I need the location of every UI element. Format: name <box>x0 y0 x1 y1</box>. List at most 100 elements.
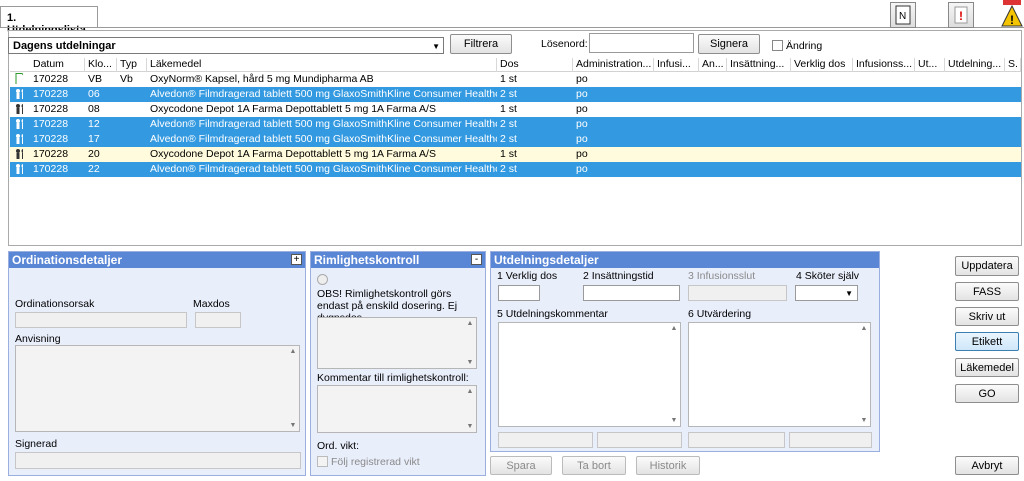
row-datum: 170228 <box>33 148 69 160</box>
chevron-down-icon: ▼ <box>432 42 440 51</box>
scroll-up-icon: ▲ <box>860 325 868 332</box>
evaluation-field[interactable]: ▲ ▼ <box>688 322 871 427</box>
instruction-field: ▲ ▼ <box>15 345 300 432</box>
password-label: Lösenord: <box>541 38 588 50</box>
infusion-end-input <box>688 285 787 301</box>
rimlighet-title: Rimlighetskontroll <box>314 253 420 267</box>
row-dos: 1 st <box>500 103 517 115</box>
delete-button[interactable]: Ta bort <box>562 456 626 475</box>
col-verklig-dos[interactable]: Verklig dos <box>791 58 853 72</box>
infusion-end-label: 3 Infusionsslut <box>688 270 756 282</box>
scroll-up-icon: ▲ <box>670 325 678 332</box>
scroll-down-icon: ▼ <box>289 422 297 429</box>
tab-utdelningslista[interactable]: 1. Utdelningslista <box>0 6 98 36</box>
row-klo: 06 <box>88 88 100 100</box>
history-button[interactable]: Historik <box>636 456 700 475</box>
row-datum: 170228 <box>33 103 69 115</box>
update-button[interactable]: Uppdatera <box>955 256 1019 276</box>
rimlighet-comment-field: ▲ ▼ <box>317 385 477 433</box>
print-button[interactable]: Skriv ut <box>955 307 1019 326</box>
col-an[interactable]: An... <box>699 58 727 72</box>
table-row[interactable]: 170228 06 Alvedon® Filmdragerad tablett 50… <box>10 87 1021 102</box>
utdelning-section: Utdelningsdetaljer 1 Verklig dos 2 Insät… <box>490 251 880 452</box>
scroll-down-icon: ▼ <box>860 417 868 424</box>
password-input[interactable] <box>589 33 694 53</box>
sign-button[interactable]: Signera <box>698 34 760 54</box>
change-checkbox[interactable] <box>772 40 783 54</box>
scroll-down-icon: ▼ <box>466 359 474 366</box>
drug-button[interactable]: Läkemedel <box>955 358 1019 377</box>
col-typ[interactable]: Typ <box>117 58 147 72</box>
dropdown-value: Dagens utdelningar <box>13 40 116 52</box>
status-field-1 <box>498 432 593 448</box>
col-utdelning[interactable]: Utdelning... <box>945 58 1005 72</box>
row-lakemedel: Alvedon® Filmdragerad tablett 500 mg Gla… <box>150 163 497 175</box>
col-klo[interactable]: Klo... <box>85 58 117 72</box>
distribution-comment-field[interactable]: ▲ ▼ <box>498 322 681 427</box>
list-filter-dropdown[interactable]: Dagens utdelningar ▼ <box>8 37 444 54</box>
col-datum[interactable]: Datum <box>30 58 85 72</box>
table-row[interactable]: 170228 VB Vb OxyNorm® Kapsel, hård 5 mg Mun… <box>10 72 1021 87</box>
ordination-title: Ordinationsdetaljer <box>12 253 123 267</box>
col-infusionsslut[interactable]: Infusionss... <box>853 58 915 72</box>
status-field-4 <box>789 432 872 448</box>
collapse-button[interactable]: - <box>471 254 482 265</box>
self-care-label: 4 Sköter själv <box>796 270 860 282</box>
col-administration[interactable]: Administration... <box>573 58 654 72</box>
rimlighet-comment-label: Kommentar till rimlighetskontroll: <box>317 372 469 384</box>
scroll-up-icon: ▲ <box>466 388 474 395</box>
people-icon <box>12 103 23 114</box>
col-ut[interactable]: Ut... <box>915 58 945 72</box>
grid-body: 170228 VB Vb OxyNorm® Kapsel, hård 5 mg Mun… <box>10 72 1021 177</box>
row-dos: 2 st <box>500 133 517 145</box>
insert-time-label: 2 Insättningstid <box>583 270 654 282</box>
row-klo: 20 <box>88 148 100 160</box>
actual-dose-input[interactable] <box>498 285 540 301</box>
people-icon <box>12 148 23 159</box>
new-document-icon <box>12 73 23 84</box>
row-datum: 170228 <box>33 73 69 85</box>
table-row[interactable]: 170228 17 Alvedon® Filmdragerad tablett 50… <box>10 132 1021 147</box>
row-klo: 17 <box>88 133 100 145</box>
rimlighet-section: Rimlighetskontroll - OBS! Rimlighetskont… <box>310 251 486 476</box>
table-row[interactable]: 170228 08 Oxycodone Depot 1A Farma Depotta… <box>10 102 1021 117</box>
status-field-3 <box>688 432 785 448</box>
col-lakemedel[interactable]: Läkemedel <box>147 58 497 72</box>
row-administration: po <box>576 118 588 130</box>
table-row[interactable]: 170228 12 Alvedon® Filmdragerad tablett 50… <box>10 117 1021 132</box>
actual-dose-label: 1 Verklig dos <box>497 270 558 282</box>
row-administration: po <box>576 88 588 100</box>
label-button[interactable]: Etikett <box>955 332 1019 351</box>
people-icon <box>12 163 23 174</box>
save-button[interactable]: Spara <box>490 456 552 475</box>
col-insattning[interactable]: Insättning... <box>727 58 791 72</box>
row-datum: 170228 <box>33 163 69 175</box>
col-s[interactable]: S. <box>1005 58 1021 72</box>
scroll-down-icon: ▼ <box>466 423 474 430</box>
col-dos[interactable]: Dos <box>497 58 573 72</box>
scroll-up-icon: ▲ <box>289 348 297 355</box>
follow-weight-label: Följ registrerad vikt <box>331 456 420 468</box>
insert-time-input[interactable] <box>583 285 680 301</box>
utdelning-header: Utdelningsdetaljer <box>491 252 879 268</box>
go-button[interactable]: GO <box>955 384 1019 403</box>
table-row[interactable]: 170228 22 Alvedon® Filmdragerad tablett 50… <box>10 162 1021 177</box>
table-row[interactable]: 170228 20 Oxycodone Depot 1A Farma Depotta… <box>10 147 1021 162</box>
row-klo: 08 <box>88 103 100 115</box>
row-administration: po <box>576 148 588 160</box>
self-care-select[interactable]: ▼ <box>795 285 858 301</box>
filter-button[interactable]: Filtrera <box>450 34 512 54</box>
notes-icon[interactable]: N <box>890 2 916 28</box>
distribution-comment-label: 5 Utdelningskommentar <box>497 308 608 320</box>
expand-button[interactable]: + <box>291 254 302 265</box>
warning-icon[interactable]: ! <box>1000 0 1024 28</box>
signed-label: Signerad <box>15 438 58 450</box>
chevron-down-icon: ▼ <box>845 289 853 298</box>
fass-button[interactable]: FASS <box>955 282 1019 301</box>
alert-icon[interactable]: ! <box>948 2 974 28</box>
svg-text:!: ! <box>1010 13 1014 27</box>
status-radio <box>317 274 328 285</box>
cancel-button[interactable]: Avbryt <box>955 456 1019 475</box>
evaluation-label: 6 Utvärdering <box>688 308 752 320</box>
col-infusion[interactable]: Infusi... <box>654 58 699 72</box>
